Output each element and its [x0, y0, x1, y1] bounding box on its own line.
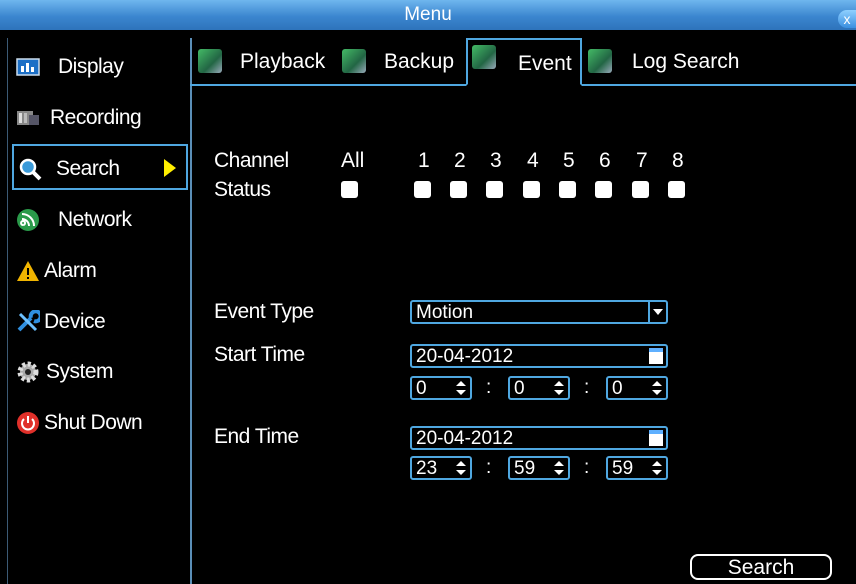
- chevron-down-icon[interactable]: [648, 302, 666, 322]
- sidebar: Display Recording Search Network Alarm D…: [7, 38, 192, 584]
- channel-5-checkbox[interactable]: [559, 181, 576, 198]
- time-separator: :: [584, 457, 590, 478]
- channel-number: 3: [490, 149, 502, 172]
- channel-number: 4: [527, 149, 539, 172]
- sidebar-item-display[interactable]: Display: [14, 44, 184, 90]
- sidebar-item-shutdown[interactable]: Shut Down: [14, 400, 184, 446]
- spinner-arrows-icon[interactable]: [554, 458, 564, 478]
- tab-log-search[interactable]: Log Search: [586, 38, 746, 84]
- channel-4-checkbox[interactable]: [523, 181, 540, 198]
- sidebar-item-label: System: [46, 360, 114, 383]
- start-date-value: 20-04-2012: [416, 346, 514, 367]
- channel-7-checkbox[interactable]: [632, 181, 649, 198]
- device-tools-icon: [17, 310, 40, 332]
- tab-label: Event: [518, 52, 572, 75]
- sidebar-item-label: Device: [44, 310, 106, 333]
- sidebar-item-label: Network: [58, 208, 132, 231]
- event-type-value: Motion: [416, 302, 474, 323]
- start-minute-spinner[interactable]: 0: [508, 376, 570, 400]
- tab-label: Backup: [384, 50, 455, 73]
- time-separator: :: [486, 377, 492, 398]
- sidebar-item-label: Search: [56, 157, 120, 180]
- spinner-arrows-icon[interactable]: [652, 458, 662, 478]
- end-minute-value: 59: [514, 458, 536, 479]
- channel-all-checkbox[interactable]: [341, 181, 358, 198]
- channel-number: 6: [599, 149, 611, 172]
- status-label: Status: [214, 178, 271, 201]
- channel-3-checkbox[interactable]: [486, 181, 503, 198]
- close-button[interactable]: x: [838, 10, 856, 28]
- sidebar-item-alarm[interactable]: Alarm: [14, 248, 184, 294]
- channel-number: 8: [672, 149, 684, 172]
- sidebar-item-label: Display: [58, 55, 124, 78]
- end-second-spinner[interactable]: 59: [606, 456, 668, 480]
- channel-6-checkbox[interactable]: [595, 181, 612, 198]
- start-date-field[interactable]: 20-04-2012: [410, 344, 668, 368]
- start-minute-value: 0: [514, 378, 525, 399]
- time-separator: :: [486, 457, 492, 478]
- channel-8-checkbox[interactable]: [668, 181, 685, 198]
- spinner-arrows-icon[interactable]: [456, 458, 466, 478]
- playback-tab-icon: [198, 49, 222, 73]
- network-icon: [17, 209, 39, 231]
- power-icon: [17, 412, 39, 434]
- tab-label: Log Search: [632, 50, 740, 73]
- display-icon: [16, 58, 40, 76]
- title-bar: Menu x: [0, 0, 856, 30]
- start-second-spinner[interactable]: 0: [606, 376, 668, 400]
- tab-playback[interactable]: Playback: [196, 38, 336, 84]
- window-title: Menu: [404, 4, 452, 25]
- sidebar-item-label: Recording: [50, 106, 142, 129]
- search-icon: [19, 158, 42, 181]
- channel-number: 2: [454, 149, 466, 172]
- end-minute-spinner[interactable]: 59: [508, 456, 570, 480]
- calendar-icon[interactable]: [649, 430, 663, 446]
- sidebar-item-search[interactable]: Search: [12, 144, 188, 190]
- spinner-arrows-icon[interactable]: [652, 378, 662, 398]
- tab-label: Playback: [240, 50, 326, 73]
- log-search-tab-icon: [588, 49, 612, 73]
- channel-number: 5: [563, 149, 575, 172]
- end-time-label: End Time: [214, 425, 299, 448]
- channel-number: 1: [418, 149, 430, 172]
- backup-tab-icon: [342, 49, 366, 73]
- all-label: All: [341, 149, 365, 172]
- channel-1-checkbox[interactable]: [414, 181, 431, 198]
- event-type-label: Event Type: [214, 300, 314, 323]
- active-arrow-icon: [164, 159, 176, 177]
- sidebar-item-label: Alarm: [44, 259, 97, 282]
- start-second-value: 0: [612, 378, 623, 399]
- alarm-icon: [17, 261, 39, 281]
- calendar-icon[interactable]: [649, 348, 663, 364]
- sidebar-item-device[interactable]: Device: [14, 299, 184, 345]
- search-button[interactable]: Search: [690, 554, 832, 580]
- close-icon: x: [843, 11, 851, 27]
- end-second-value: 59: [612, 458, 634, 479]
- end-date-field[interactable]: 20-04-2012: [410, 426, 668, 450]
- spinner-arrows-icon[interactable]: [456, 378, 466, 398]
- event-type-select[interactable]: Motion: [410, 300, 668, 324]
- end-hour-value: 23: [416, 458, 438, 479]
- tab-bar: Playback Backup Event Log Search: [190, 38, 856, 86]
- end-date-value: 20-04-2012: [416, 428, 514, 449]
- event-tab-icon: [472, 45, 496, 69]
- tab-event[interactable]: Event: [466, 38, 582, 86]
- dvr-menu-window: Menu x Display Recording Search Network …: [0, 0, 856, 584]
- sidebar-item-network[interactable]: Network: [14, 197, 184, 243]
- spinner-arrows-icon[interactable]: [554, 378, 564, 398]
- sidebar-item-label: Shut Down: [44, 411, 143, 434]
- channel-label: Channel: [214, 149, 289, 172]
- channel-number: 7: [636, 149, 648, 172]
- channel-2-checkbox[interactable]: [450, 181, 467, 198]
- start-hour-value: 0: [416, 378, 427, 399]
- sidebar-item-recording[interactable]: Recording: [14, 95, 184, 141]
- start-time-label: Start Time: [214, 343, 305, 366]
- sidebar-item-system[interactable]: System: [14, 349, 184, 395]
- recording-icon: [17, 111, 39, 125]
- tab-backup[interactable]: Backup: [342, 38, 460, 84]
- end-hour-spinner[interactable]: 23: [410, 456, 472, 480]
- start-hour-spinner[interactable]: 0: [410, 376, 472, 400]
- time-separator: :: [584, 377, 590, 398]
- gear-icon: [17, 361, 39, 383]
